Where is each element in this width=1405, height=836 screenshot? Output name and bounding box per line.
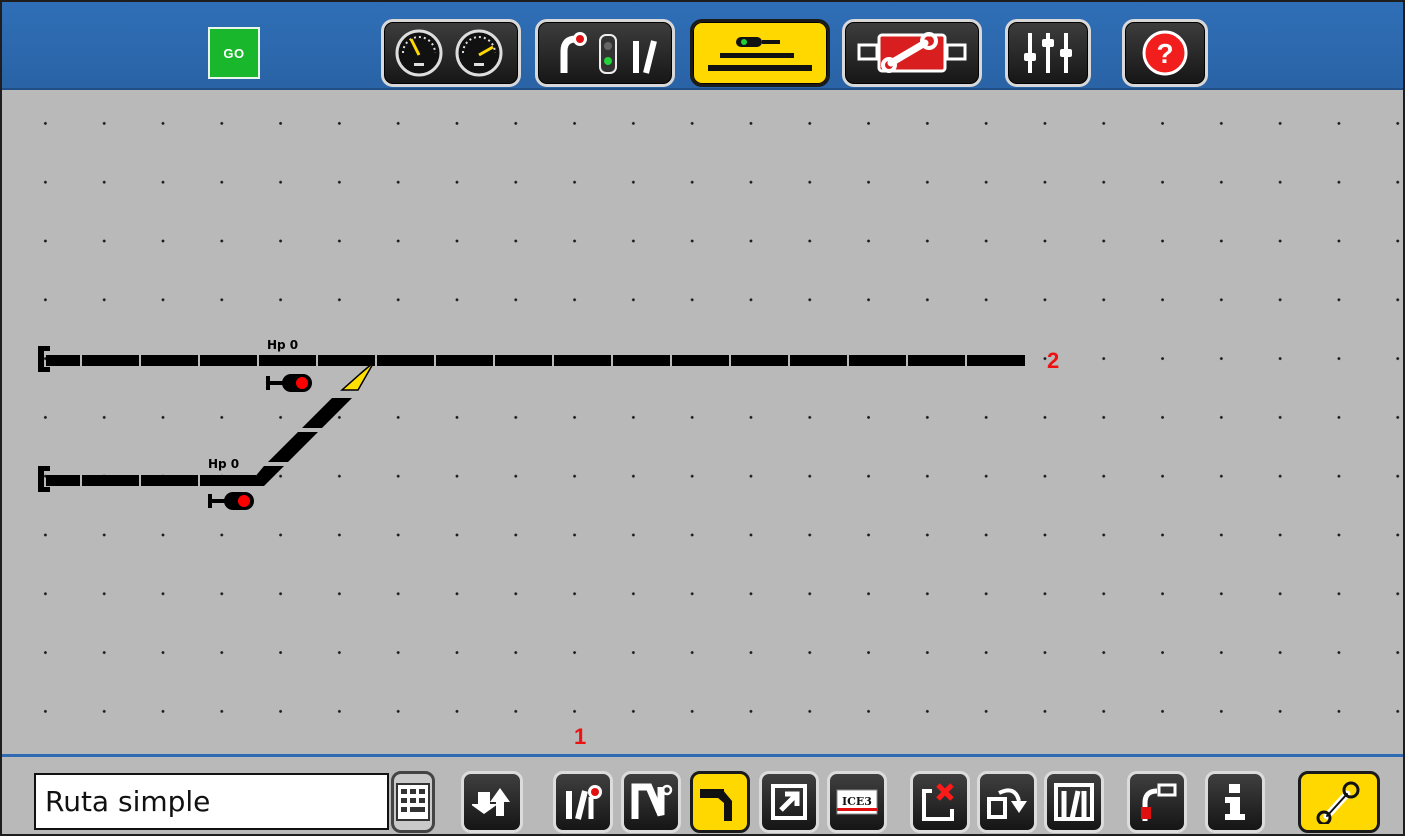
signal-turnout-icon xyxy=(560,32,657,74)
link-arrow-icon xyxy=(771,784,807,820)
delete-element-button[interactable] xyxy=(910,771,970,833)
signal-bottom[interactable] xyxy=(208,492,254,510)
info-button[interactable] xyxy=(1205,771,1265,833)
info-icon xyxy=(1225,784,1245,820)
rotate-icon xyxy=(987,788,1027,819)
add-track-button[interactable] xyxy=(690,771,750,833)
signal-top-label: Hp 0 xyxy=(267,338,298,352)
locomotive-control-button[interactable] xyxy=(381,19,521,87)
add-train-display-button[interactable]: ICE3 xyxy=(827,771,887,833)
signal-bottom-label: Hp 0 xyxy=(208,457,239,471)
rotate-element-button[interactable] xyxy=(977,771,1037,833)
track-piece-icon xyxy=(700,789,732,821)
svg-text:?: ? xyxy=(1156,38,1173,69)
diagonal-track xyxy=(254,398,352,486)
help-icon: ? xyxy=(1142,30,1188,76)
layout-name-field[interactable]: Ruta simple xyxy=(34,773,389,830)
sliders-icon xyxy=(1024,33,1072,73)
go-button[interactable]: GO xyxy=(208,27,260,79)
track-layout-icon xyxy=(708,37,812,71)
bottom-toolbar: Ruta simple ICE3 xyxy=(2,754,1403,834)
edit-mode-button[interactable] xyxy=(1298,771,1380,833)
mirror-element-button[interactable] xyxy=(1044,771,1104,833)
ice3-icon: ICE3 xyxy=(836,789,878,815)
speedometer-icon xyxy=(395,29,503,77)
help-button[interactable]: ? xyxy=(1122,19,1208,87)
edit-element-button[interactable] xyxy=(1127,771,1187,833)
signal-turnout-icon xyxy=(566,785,602,820)
arrows-up-down-icon xyxy=(472,788,510,816)
delete-icon xyxy=(922,783,954,821)
mirror-icon xyxy=(1054,783,1094,821)
keyboard-icon xyxy=(396,783,430,821)
callout-1: 1 xyxy=(574,724,587,749)
edit-icon xyxy=(1141,783,1177,821)
keyboard-button[interactable] xyxy=(391,771,435,833)
page-up-down-button[interactable] xyxy=(461,771,523,833)
add-sign-button[interactable] xyxy=(621,771,681,833)
signal-top[interactable] xyxy=(266,374,312,392)
sign-icon xyxy=(631,783,673,819)
app-window: GO ? Hp 0 Hp 0 2 1 Ruta simple ICE3 xyxy=(0,0,1405,836)
add-link-button[interactable] xyxy=(759,771,819,833)
callout-2: 2 xyxy=(1047,348,1060,373)
system-setup-button[interactable] xyxy=(842,19,982,87)
add-signal-turnout-button[interactable] xyxy=(553,771,613,833)
wrench-device-icon xyxy=(857,32,967,73)
track-layout-canvas[interactable]: Hp 0 Hp 0 2 1 xyxy=(2,92,1403,752)
ice3-label: ICE3 xyxy=(842,795,872,808)
track-layout-button[interactable] xyxy=(690,19,830,87)
track-diagram: Hp 0 Hp 0 xyxy=(38,338,1025,510)
turnout-indicator[interactable] xyxy=(340,361,375,391)
wrench-icon xyxy=(1316,781,1360,824)
main-track xyxy=(38,346,1025,372)
settings-button[interactable] xyxy=(1005,19,1091,87)
keyboard-articles-button[interactable] xyxy=(535,19,675,87)
top-bar: GO ? xyxy=(2,2,1403,90)
